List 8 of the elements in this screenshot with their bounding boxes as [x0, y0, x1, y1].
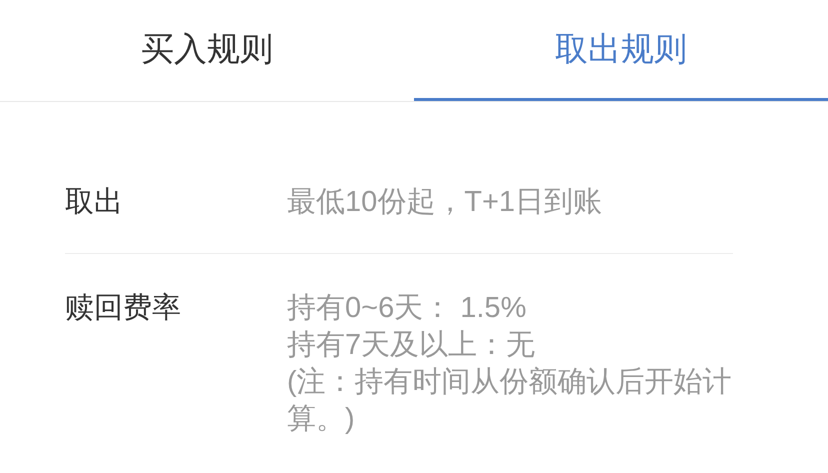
rule-text: 持有0~6天： 1.5%: [287, 291, 528, 326]
row-label: 取出: [65, 185, 124, 220]
tab[interactable]: 取出规则: [414, 0, 828, 101]
rule-text: 最低10份起，T+1日到账: [287, 185, 604, 220]
row-label: 赎回费率: [65, 291, 182, 326]
rule-text: (注：持有时间从份额确认后开始计算。): [287, 365, 733, 437]
tab[interactable]: 买入规则: [0, 0, 414, 101]
rule-text: 持有7天及以上：无: [287, 328, 536, 363]
